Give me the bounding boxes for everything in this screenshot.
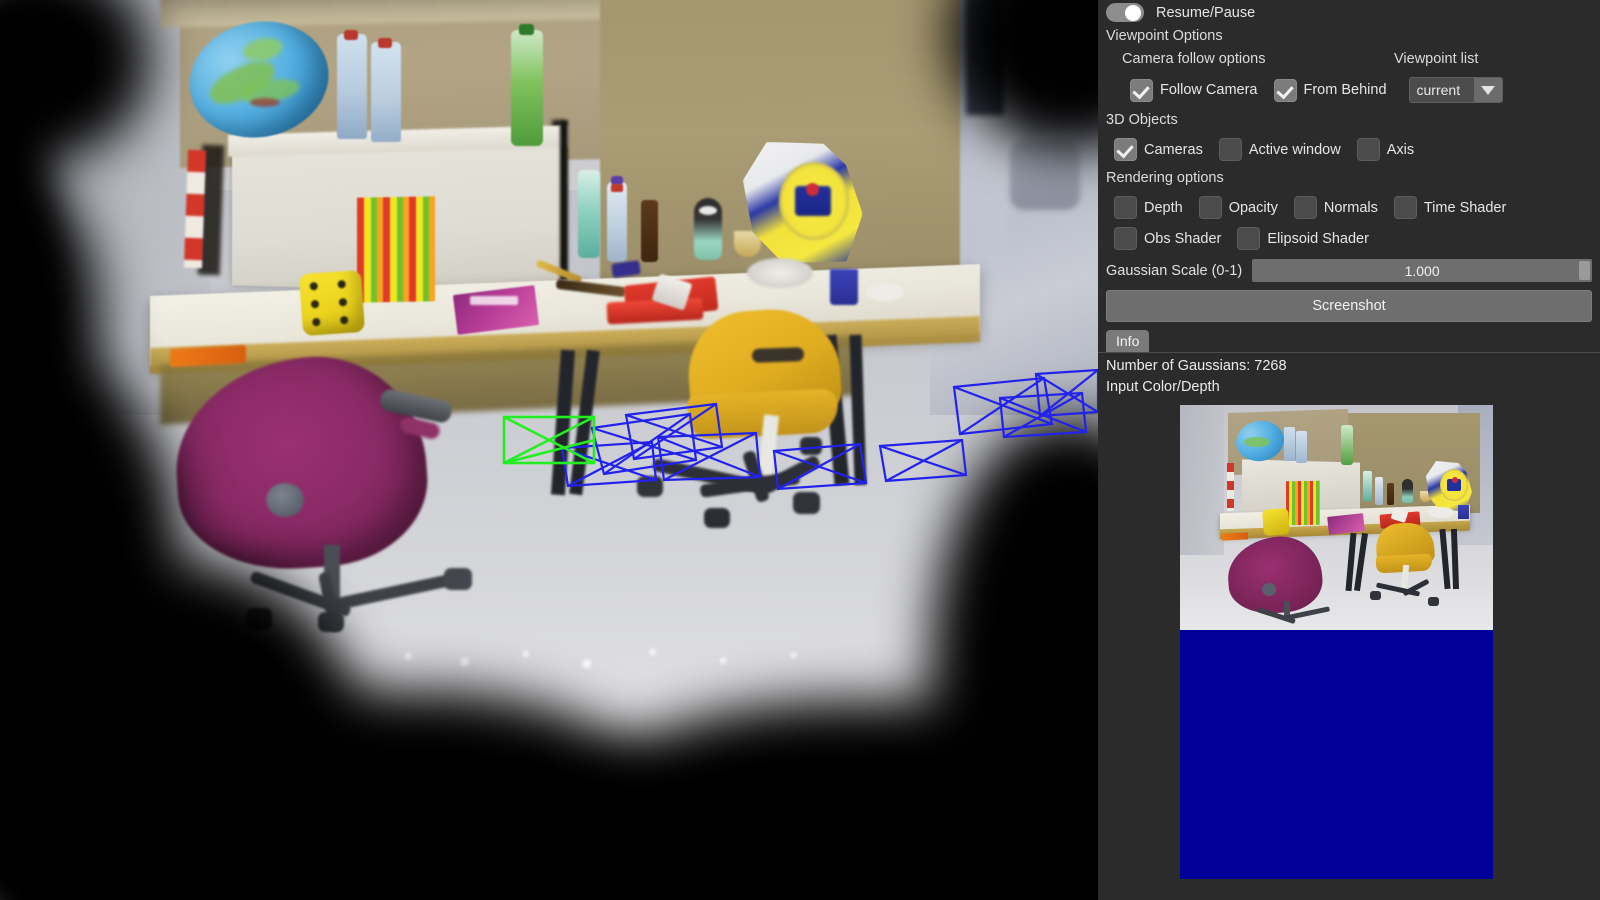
from-behind-checkbox[interactable] xyxy=(1273,78,1297,102)
scene-green-bottle xyxy=(511,30,543,146)
viewpoint-select[interactable]: current xyxy=(1408,77,1503,103)
objects-3d-row: Cameras Active window Axis xyxy=(1098,138,1600,161)
depth-checkbox[interactable] xyxy=(1114,196,1137,219)
obs-shader-label: Obs Shader xyxy=(1144,230,1222,247)
scene-chair-caster xyxy=(704,508,730,528)
scene-unreconstructed-region xyxy=(0,0,50,900)
scene-cola-bottle xyxy=(641,200,658,262)
scene-magazine-title xyxy=(470,296,518,305)
gaussian-scale-value: 1.000 xyxy=(1404,262,1440,279)
input-depth-thumbnail xyxy=(1180,630,1493,879)
resume-pause-row: Resume/Pause xyxy=(1098,0,1600,25)
scene-chair-caster xyxy=(800,437,822,455)
chevron-down-icon[interactable] xyxy=(1473,78,1502,102)
scene-background-chair xyxy=(1010,140,1080,210)
scene-chip-bag-logo-dot xyxy=(806,183,819,196)
resume-pause-label: Resume/Pause xyxy=(1156,4,1256,21)
tab-info-label: Info xyxy=(1116,333,1140,349)
viewpoint-list-label: Viewpoint list xyxy=(1394,51,1479,67)
follow-camera-checkbox[interactable] xyxy=(1130,78,1153,102)
scene-chair-caster xyxy=(793,492,820,514)
screenshot-button[interactable]: Screenshot xyxy=(1106,290,1592,322)
opacity-label: Opacity xyxy=(1228,199,1278,216)
scene-cabinet-edge xyxy=(560,120,568,280)
scene-blue-cup xyxy=(830,269,858,305)
input-color-thumbnail xyxy=(1180,405,1493,630)
gaussian-count-text: Number of Gaussians: 7268 xyxy=(1106,358,1287,374)
depth-label: Depth xyxy=(1144,199,1183,216)
follow-camera-label: Follow Camera xyxy=(1160,82,1258,98)
active-window-label: Active window xyxy=(1248,141,1341,158)
viewpoint-subtitles-row: Camera follow options Viewpoint list xyxy=(1098,51,1600,67)
scene-chair-knob xyxy=(266,483,304,517)
scene-mineral-bottle xyxy=(578,170,600,258)
scene-spray-bottle xyxy=(607,182,627,262)
input-color-image xyxy=(1180,405,1493,630)
scene-unreconstructed-region xyxy=(0,800,1098,900)
objects-3d-title: 3D Objects xyxy=(1106,112,1178,128)
scene-bottle-cap xyxy=(519,24,534,35)
gaussian-scale-label: Gaussian Scale (0-1) xyxy=(1106,262,1243,279)
obs-shader-checkbox[interactable] xyxy=(1114,227,1137,250)
resume-pause-toggle[interactable] xyxy=(1106,3,1144,22)
slider-handle[interactable] xyxy=(1579,261,1590,280)
gaussian-splat-scene xyxy=(0,0,1098,900)
rendering-options-row-2: Obs Shader Elipsoid Shader xyxy=(1098,227,1600,250)
toggle-knob xyxy=(1125,4,1141,21)
time-shader-label: Time Shader xyxy=(1423,199,1507,216)
from-behind-label: From Behind xyxy=(1303,82,1387,98)
elipsoid-shader-checkbox[interactable] xyxy=(1237,227,1261,250)
input-preview-wrap xyxy=(1180,405,1493,879)
opacity-checkbox[interactable] xyxy=(1198,196,1222,219)
scene-water-bottle xyxy=(371,42,401,142)
axis-checkbox[interactable] xyxy=(1356,138,1380,161)
rendering-options-title: Rendering options xyxy=(1106,170,1224,186)
scene-white-plate xyxy=(747,258,813,288)
3d-viewport[interactable] xyxy=(0,0,1098,900)
scene-chair-back-slot xyxy=(751,347,805,363)
tab-bar: Info xyxy=(1098,330,1600,353)
axis-label: Axis xyxy=(1386,141,1415,158)
cameras-label: Cameras xyxy=(1144,141,1203,158)
rendering-options-row-1: Depth Opacity Normals Time Shader xyxy=(1098,196,1600,219)
viewpoint-options-title: Viewpoint Options xyxy=(1106,28,1223,44)
viewpoint-select-value: current xyxy=(1416,82,1461,98)
camera-follow-options-label: Camera follow options xyxy=(1122,51,1266,67)
scene-bottle-cap xyxy=(611,184,623,192)
normals-checkbox[interactable] xyxy=(1293,196,1317,219)
scene-water-bottle xyxy=(337,34,367,139)
active-window-checkbox[interactable] xyxy=(1218,138,1242,161)
tab-info[interactable]: Info xyxy=(1106,330,1150,352)
gaussian-scale-slider[interactable]: 1.000 xyxy=(1252,259,1592,282)
scene-chair-caster xyxy=(637,476,663,497)
scene-bottle-cap xyxy=(378,38,392,48)
elipsoid-shader-label: Elipsoid Shader xyxy=(1267,230,1369,247)
normals-label: Normals xyxy=(1323,199,1378,216)
app-root: Resume/Pause Viewpoint Options Camera fo… xyxy=(0,0,1600,900)
scene-bottle-cap xyxy=(344,30,358,40)
screenshot-button-label: Screenshot xyxy=(1312,298,1386,314)
camera-follow-row: Follow Camera From Behind current xyxy=(1098,77,1600,103)
scene-penguin-face xyxy=(699,206,717,215)
scene-yellow-dice xyxy=(298,269,366,337)
scene-chair-caster xyxy=(444,568,472,590)
cameras-checkbox[interactable] xyxy=(1114,138,1137,161)
time-shader-checkbox[interactable] xyxy=(1393,196,1417,219)
input-color-depth-label: Input Color/Depth xyxy=(1106,379,1220,395)
scene-globe-marking xyxy=(250,98,280,107)
scene-floating-gaussians xyxy=(380,640,850,680)
scene-colored-straws xyxy=(357,196,435,303)
gaussian-scale-row: Gaussian Scale (0-1) 1.000 xyxy=(1098,259,1600,282)
scene-saucer xyxy=(866,283,904,301)
control-panel: Resume/Pause Viewpoint Options Camera fo… xyxy=(1098,0,1600,900)
